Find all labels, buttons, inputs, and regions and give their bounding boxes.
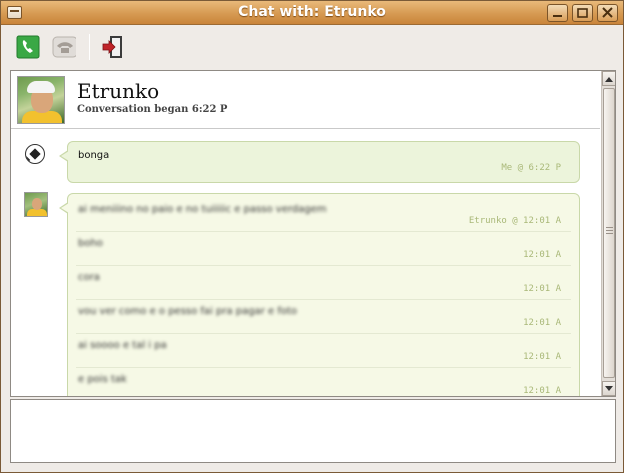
my-avatar-soccer-ball-icon bbox=[25, 144, 45, 164]
leave-chat-icon bbox=[102, 36, 122, 58]
chevron-up-icon bbox=[605, 76, 613, 82]
message-timestamp: 12:01 A bbox=[523, 284, 561, 294]
message-text: ai soooo e tal i pa bbox=[78, 340, 167, 351]
message-timestamp: 12:01 A bbox=[523, 386, 561, 396]
message-divider bbox=[76, 231, 571, 232]
call-button[interactable] bbox=[16, 35, 40, 59]
contact-header: Etrunko Conversation began 6:22 P bbox=[11, 71, 600, 129]
message-timestamp: 12:01 A bbox=[523, 318, 561, 328]
message-divider bbox=[76, 299, 571, 300]
message-input[interactable] bbox=[10, 399, 616, 463]
maximize-icon bbox=[577, 8, 588, 18]
minimize-icon bbox=[553, 15, 562, 17]
message-text: boho bbox=[78, 238, 103, 249]
hangup-button[interactable] bbox=[52, 35, 76, 59]
minimize-button[interactable] bbox=[547, 4, 568, 22]
toolbar bbox=[1, 26, 623, 68]
message-divider bbox=[76, 367, 571, 368]
message-text: bonga bbox=[78, 150, 110, 161]
conversation-start-time: Conversation began 6:22 P bbox=[77, 104, 228, 115]
my-message-bubble: bonga Me @ 6:22 P bbox=[59, 141, 580, 183]
vertical-scrollbar[interactable] bbox=[601, 71, 615, 396]
conversation-view[interactable]: Etrunko Conversation began 6:22 P bonga … bbox=[10, 70, 616, 397]
maximize-button[interactable] bbox=[572, 4, 593, 22]
toolbar-separator bbox=[89, 34, 90, 60]
phone-hangup-icon bbox=[52, 36, 76, 58]
chat-window: Chat with: Etrunko Etrunko Conversation … bbox=[0, 0, 624, 473]
title-bar[interactable]: Chat with: Etrunko bbox=[1, 1, 623, 25]
message-timestamp: Etrunko @ 12:01 A bbox=[468, 216, 561, 226]
message-timestamp: Me @ 6:22 P bbox=[501, 163, 561, 173]
contact-avatar-small bbox=[24, 192, 48, 217]
scroll-thumb[interactable] bbox=[603, 88, 615, 378]
contact-name: Etrunko bbox=[77, 79, 160, 103]
message-divider bbox=[76, 333, 571, 334]
message-text: cora bbox=[78, 272, 100, 283]
scroll-up-button[interactable] bbox=[602, 71, 615, 86]
close-icon bbox=[602, 7, 613, 18]
leave-chat-button[interactable] bbox=[101, 35, 125, 59]
message-text: e pois tak bbox=[78, 374, 127, 385]
contact-message-bubble: ai meniiino no paio e no tuiiiiic e pass… bbox=[59, 193, 580, 396]
message-text: vou ver como e o pesso fai pra pagar e f… bbox=[78, 306, 298, 317]
phone-call-icon bbox=[16, 35, 40, 59]
chevron-down-icon bbox=[605, 385, 613, 391]
message-timestamp: 12:01 A bbox=[523, 250, 561, 260]
message-text: ai meniiino no paio e no tuiiiiic e pass… bbox=[78, 204, 327, 215]
message-timestamp: 12:01 A bbox=[523, 352, 561, 362]
close-button[interactable] bbox=[597, 4, 618, 22]
message-divider bbox=[76, 265, 571, 266]
scroll-down-button[interactable] bbox=[602, 381, 615, 396]
window-title: Chat with: Etrunko bbox=[238, 4, 386, 20]
contact-avatar bbox=[17, 76, 65, 124]
